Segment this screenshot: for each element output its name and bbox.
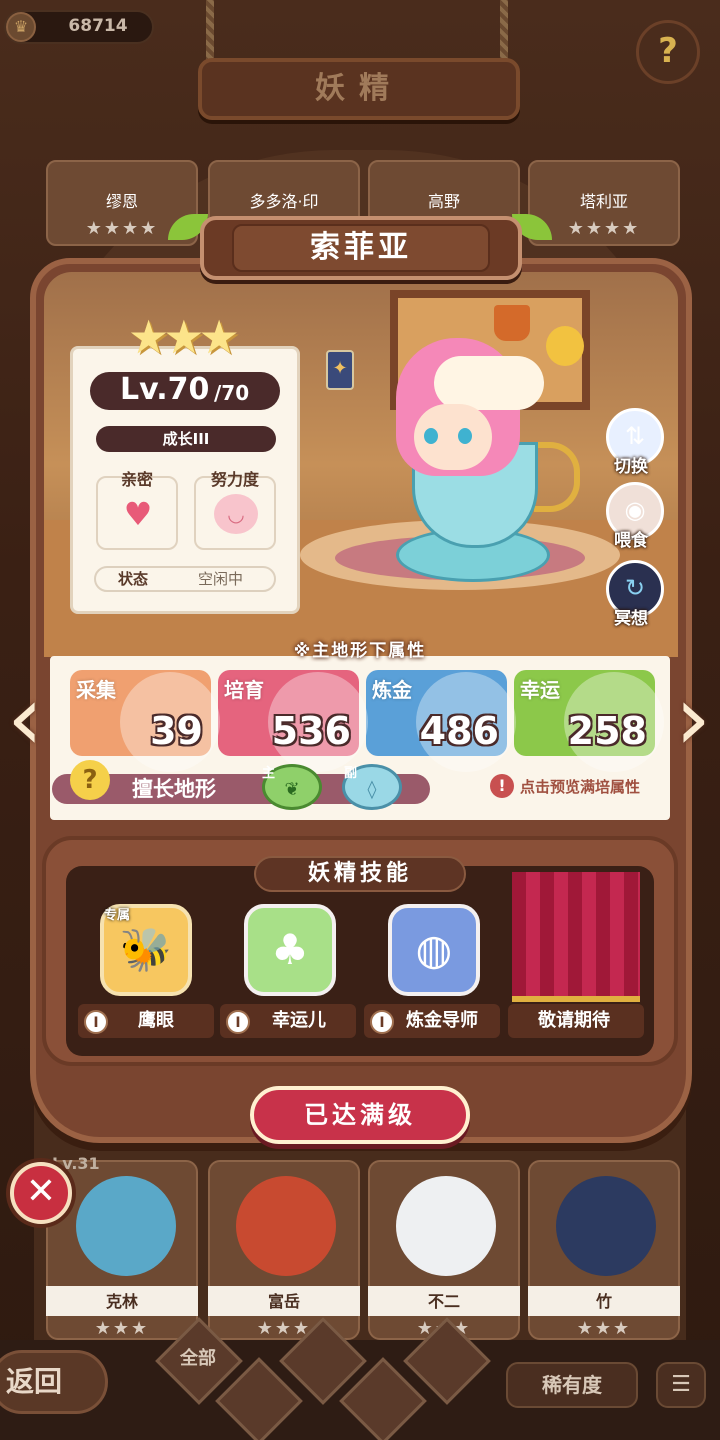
skill-level-badge: I bbox=[370, 1010, 394, 1034]
fairy-name: 索菲亚 bbox=[310, 230, 412, 265]
smile-face-icon: ◡ bbox=[214, 494, 258, 534]
feed-label[interactable]: 喂食 bbox=[596, 526, 666, 551]
prev-fairy-arrow-icon[interactable]: ‹ bbox=[0, 674, 50, 766]
terrain-main-tag: 主 bbox=[262, 766, 276, 781]
attributes-title: ※主地形下属性 bbox=[293, 641, 427, 661]
meditate-label[interactable]: 冥想 bbox=[596, 604, 666, 629]
max-level-label: 已达满级 bbox=[304, 1101, 416, 1129]
clover-icon[interactable]: ♣ bbox=[244, 904, 336, 996]
exclusive-tag: 专属 bbox=[104, 908, 131, 923]
effort-label: 努力度 bbox=[210, 470, 259, 489]
fairy-card-name: 不二 bbox=[427, 1292, 460, 1311]
crown-coin-icon: ♛ bbox=[6, 12, 36, 42]
skill-name: 鹰眼 bbox=[138, 1010, 174, 1031]
attr-gather-value: 39 bbox=[150, 709, 203, 753]
close-icon[interactable]: ✕ bbox=[10, 1162, 72, 1224]
level-max: /70 bbox=[214, 381, 250, 405]
next-fairy-arrow-icon[interactable]: › bbox=[668, 674, 718, 766]
fairy-card-name: 富岳 bbox=[267, 1292, 300, 1311]
skill-name: 敬请期待 bbox=[538, 1010, 610, 1031]
help-button[interactable]: ? bbox=[636, 20, 700, 84]
attr-nurture-value: 536 bbox=[271, 709, 351, 753]
preview-full-stats[interactable]: 点击预览满培属性 bbox=[520, 776, 640, 798]
fairy-card-name: 多多洛·印 bbox=[249, 192, 319, 211]
rarity-label: 稀有度 bbox=[542, 1373, 602, 1397]
status-value: 空闲中 bbox=[198, 570, 244, 588]
skill-name: 幸运儿 bbox=[272, 1010, 326, 1031]
skills-title: 妖精技能 bbox=[307, 861, 412, 886]
filter-all-label: 全部 bbox=[180, 1348, 216, 1369]
skill-level-badge: I bbox=[84, 1010, 108, 1034]
status-label: 状态 bbox=[118, 570, 149, 588]
question-icon[interactable]: ? bbox=[70, 760, 110, 800]
alert-icon: ! bbox=[490, 774, 514, 798]
fairy-card-stars: ★★★ bbox=[94, 1318, 150, 1339]
skill-name: 炼金导师 bbox=[406, 1010, 478, 1031]
cauldron-icon[interactable]: ◍ bbox=[388, 904, 480, 996]
fairy-portrait bbox=[396, 1176, 496, 1276]
switch-label[interactable]: 切换 bbox=[596, 452, 666, 477]
fairy-card-name: 竹 bbox=[595, 1292, 612, 1311]
attr-luck-value: 258 bbox=[567, 709, 647, 753]
skill-level-badge: I bbox=[226, 1010, 250, 1034]
fairy-portrait bbox=[76, 1176, 176, 1276]
attr-nurture-label: 培育 bbox=[224, 678, 264, 702]
fairy-card-stars: ★★★ bbox=[576, 1318, 632, 1339]
fairy-card-name: 高野 bbox=[427, 192, 460, 211]
fairy-portrait bbox=[556, 1176, 656, 1276]
fairy-eye bbox=[458, 428, 472, 444]
fairy-card-name: 缪恩 bbox=[105, 192, 138, 211]
fairy-cream-hat bbox=[434, 356, 544, 410]
tarot-card-icon[interactable]: ✦ bbox=[326, 350, 354, 390]
fairy-eye bbox=[424, 428, 438, 444]
heart-wand-icon bbox=[546, 326, 584, 366]
curtain-icon bbox=[512, 872, 640, 1002]
level-value: Lv.70 bbox=[120, 372, 210, 407]
attr-luck-label: 幸运 bbox=[520, 678, 560, 702]
plant-pot-icon bbox=[494, 305, 530, 341]
attr-gather-label: 采集 bbox=[76, 678, 116, 702]
growth-label: 成长III bbox=[162, 430, 210, 448]
fairy-portrait bbox=[236, 1176, 336, 1276]
terrain-sub-tag: 副 bbox=[344, 766, 358, 781]
heart-icon: ♥ bbox=[123, 495, 153, 533]
attr-alchemy-label: 炼金 bbox=[372, 678, 412, 702]
currency-value: 68714 bbox=[68, 16, 128, 36]
sort-list-icon[interactable]: ☰ bbox=[656, 1362, 706, 1408]
fairy-card-name: 塔利亚 bbox=[579, 192, 628, 211]
page-title: 妖精 bbox=[315, 71, 403, 106]
rarity-stars: ★★★ bbox=[128, 310, 240, 364]
attr-alchemy-value: 486 bbox=[419, 709, 499, 753]
intimacy-label: 亲密 bbox=[120, 470, 153, 489]
terrain-label: 擅长地形 bbox=[132, 777, 216, 801]
fairy-card-name: 克林 bbox=[105, 1292, 138, 1311]
back-label: 返回 bbox=[6, 1365, 63, 1398]
